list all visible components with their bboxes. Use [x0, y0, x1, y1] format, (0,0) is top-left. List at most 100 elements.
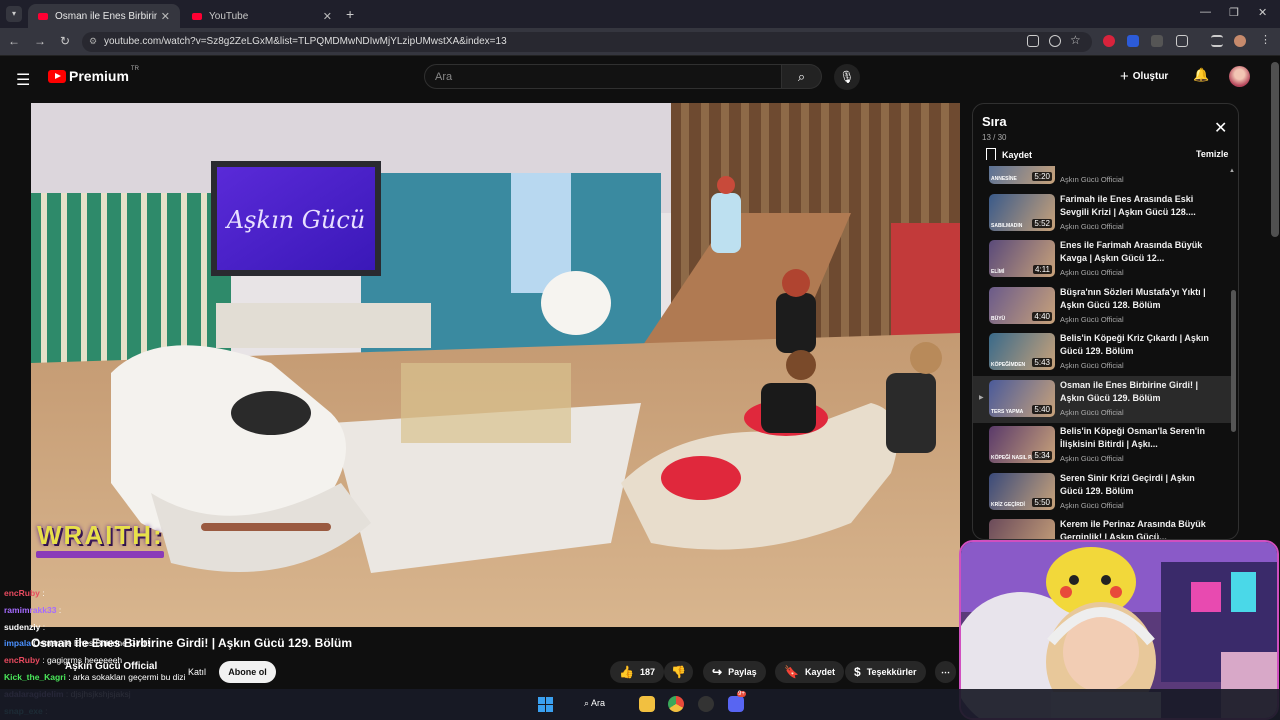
- share-label: Paylaş: [728, 667, 757, 677]
- reading-list-icon[interactable]: [1211, 35, 1223, 47]
- queue-scrollbar[interactable]: [1231, 290, 1236, 432]
- queue-item-title: Belis'in Köpeği Osman'la Seren'in İlişki…: [1060, 426, 1205, 449]
- queue-item-active[interactable]: ▶ TERS YAPMA 5:40 Osman ile Enes Birbirine …: [973, 375, 1231, 423]
- close-queue-icon[interactable]: ✕: [1214, 118, 1227, 138]
- chat-text: : gagigrms heeeeeeh: [42, 655, 123, 666]
- scroll-up-icon[interactable]: ▲: [1229, 168, 1235, 174]
- reload-icon[interactable]: ↻: [60, 34, 84, 48]
- more-actions-button[interactable]: ⋯: [935, 661, 956, 683]
- extension-icon[interactable]: [1151, 35, 1163, 47]
- dislike-button[interactable]: 👎: [664, 661, 693, 683]
- discord-badge: 9+: [737, 691, 746, 697]
- youtube-logo[interactable]: Premium TR: [48, 66, 139, 84]
- thumbnail-caption: ANNESİNE: [991, 176, 1017, 182]
- search-input[interactable]: Ara: [424, 64, 782, 89]
- discord-icon[interactable]: 9+: [728, 691, 746, 712]
- obs-icon[interactable]: [698, 696, 714, 712]
- forward-icon[interactable]: →: [34, 34, 60, 48]
- queue-save-button[interactable]: Kaydet: [986, 148, 1032, 160]
- queue-thumbnail[interactable]: TERS YAPMA 5:40: [989, 379, 1055, 417]
- back-icon[interactable]: ←: [8, 34, 34, 48]
- region-code: TR: [130, 66, 139, 72]
- chat-message: impala Osman ile Enes Birbirine Girdi!: [4, 636, 150, 650]
- chat-username: ramimrakk33: [4, 604, 57, 615]
- cast-icon[interactable]: [1027, 35, 1039, 47]
- queue-item-channel: Aşkın Gücü Official: [1060, 314, 1124, 324]
- chat-username: encRuby: [4, 588, 40, 598]
- new-tab-button[interactable]: +: [346, 6, 354, 22]
- chat-text: Osman ile Enes Birbirine Girdi!: [33, 638, 150, 649]
- taskbar-search[interactable]: ⌕ Ara: [584, 698, 605, 709]
- account-avatar[interactable]: [1229, 66, 1250, 87]
- queue-thumbnail[interactable]: BÜYÜ 4:40: [989, 286, 1055, 324]
- share-button[interactable]: ↪ Paylaş: [703, 661, 766, 683]
- queue-item[interactable]: Kerem ile Perinaz Arasında Büyük Gerginl…: [973, 515, 1231, 539]
- thumbnail-caption: SABILMADIN: [991, 222, 1023, 229]
- extension-red-icon[interactable]: [1103, 35, 1115, 47]
- video-duration: 5:40: [1032, 404, 1052, 414]
- search-button[interactable]: ⌕: [782, 64, 822, 89]
- close-tab-icon[interactable]: ✕: [323, 10, 332, 23]
- close-tab-icon[interactable]: ✕: [161, 10, 170, 23]
- menu-icon[interactable]: ☰: [16, 70, 30, 90]
- create-button[interactable]: + Oluştur: [1120, 68, 1168, 85]
- queue-thumbnail[interactable]: SABILMADIN 5:52: [989, 193, 1055, 231]
- like-button[interactable]: 👍 187: [610, 661, 664, 683]
- thanks-label: Teşekkürler: [866, 667, 917, 677]
- queue-thumbnail[interactable]: KÖPEĞİ NASIL PAYLAŞ 5:34: [989, 426, 1055, 463]
- queue-thumbnail[interactable]: [989, 519, 1055, 539]
- chat-message: sudenziy :: [4, 620, 45, 634]
- profile-avatar[interactable]: [1234, 35, 1246, 47]
- queue-item[interactable]: KÖPEĞİ NASIL PAYLAŞ 5:34 Belis'in Köpeği O…: [973, 422, 1231, 469]
- restore-icon[interactable]: ❐: [1229, 6, 1239, 19]
- chrome-icon[interactable]: [668, 696, 684, 712]
- subscribe-button[interactable]: Abone ol: [219, 661, 276, 683]
- queue-item[interactable]: KÖPEĞİMDEN 5:43 Belis'in Köpeği Kriz Çıkar…: [973, 329, 1231, 376]
- notifications-bell-icon[interactable]: 🔔: [1193, 67, 1209, 83]
- browser-tab-active[interactable]: Osman ile Enes Birbirine Girdi! | ✕: [28, 4, 180, 28]
- queue-clear-button[interactable]: Temizle: [1196, 149, 1228, 159]
- close-window-icon[interactable]: ✕: [1258, 6, 1267, 19]
- queue-item-channel: Aşkın Gücü Official: [1060, 500, 1124, 510]
- voice-search-button[interactable]: 🎙: [834, 64, 860, 90]
- video-player[interactable]: Aşkın Gücü: [31, 103, 960, 627]
- bookmark-star-icon[interactable]: ☆: [1070, 34, 1082, 47]
- queue-item[interactable]: KRİZ GEÇİRDİ 5:50 Seren Sinir Krizi Geçird…: [973, 469, 1231, 516]
- page-scrollbar[interactable]: [1271, 62, 1279, 237]
- search-icon: ⌕: [584, 698, 592, 708]
- browser-tab[interactable]: YouTube ✕: [182, 4, 342, 28]
- browser-menu-icon[interactable]: ⋮: [1260, 35, 1272, 47]
- queue-item[interactable]: ELİMİ 4:11 Enes ile Farimah Arasında Büyük…: [973, 236, 1231, 283]
- extension-blue-icon[interactable]: [1127, 35, 1139, 47]
- minimize-icon[interactable]: —: [1200, 6, 1211, 18]
- queue-thumbnail[interactable]: ELİMİ 4:11: [989, 240, 1055, 277]
- thanks-button[interactable]: $ Teşekkürler: [845, 661, 926, 683]
- file-explorer-icon[interactable]: [639, 696, 655, 712]
- eye-off-icon[interactable]: [1049, 35, 1061, 47]
- queue-item-title: Osman ile Enes Birbirine Girdi! | Aşkın …: [1060, 379, 1199, 403]
- site-info-icon[interactable]: ⚙: [89, 36, 97, 47]
- queue-save-label: Kaydet: [1002, 150, 1033, 160]
- extensions-puzzle-icon[interactable]: [1176, 35, 1188, 47]
- more-icon: ⋯: [941, 666, 950, 677]
- queue-item-title: Kerem ile Perinaz Arasında Büyük Gerginl…: [1060, 519, 1206, 539]
- bookmark-icon: 🔖: [784, 665, 799, 679]
- queue-item[interactable]: BÜYÜ 4:40 Büşra'nın Sözleri Mustafa'yı Yık…: [973, 283, 1231, 330]
- create-label: Oluştur: [1132, 71, 1169, 82]
- queue-item[interactable]: ANNESİNE 5:20 Aşkın Gücü Official: [973, 166, 1231, 190]
- queue-item[interactable]: SABILMADIN 5:52 Farimah ile Enes Arasında …: [973, 190, 1231, 237]
- now-playing-icon: ▶: [979, 394, 984, 401]
- video-duration: 5:50: [1032, 497, 1052, 507]
- striped-wall-left: [31, 193, 231, 363]
- join-button[interactable]: Katıl: [182, 662, 212, 682]
- queue-thumbnail[interactable]: KÖPEĞİMDEN 5:43: [989, 333, 1055, 370]
- tab-search-button[interactable]: ▾: [6, 6, 22, 22]
- windows-start-icon[interactable]: [538, 697, 553, 712]
- nav-buttons[interactable]: ←→↻: [8, 34, 84, 48]
- save-button[interactable]: 🔖 Kaydet: [775, 661, 844, 683]
- url-bar[interactable]: ⚙ youtube.com/watch?v=Sz8g2ZeLGxM&list=T…: [82, 32, 1092, 52]
- queue-thumbnail[interactable]: ANNESİNE 5:20: [989, 166, 1055, 184]
- queue-thumbnail[interactable]: KRİZ GEÇİRDİ 5:50: [989, 472, 1055, 510]
- save-label: Kaydet: [804, 667, 835, 677]
- queue-item-channel: Aşkın Gücü Official: [1060, 454, 1124, 463]
